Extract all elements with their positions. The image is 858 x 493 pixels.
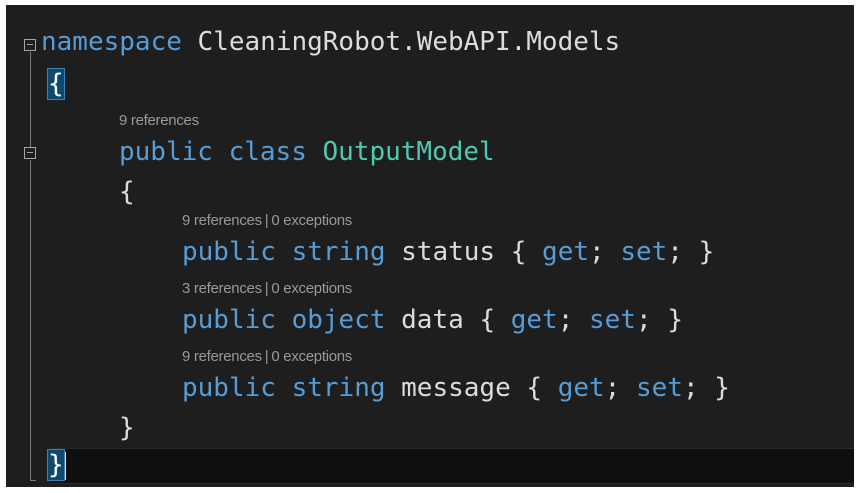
- collapse-icon[interactable]: [24, 39, 36, 51]
- type-keyword: object: [291, 305, 386, 335]
- namespace-close-brace: }: [47, 449, 65, 481]
- keyword-public: public: [119, 137, 213, 167]
- property-name: data: [401, 305, 464, 335]
- type-keyword: string: [291, 373, 386, 403]
- codelens-references[interactable]: 9 references: [119, 112, 199, 129]
- keyword-class: class: [228, 137, 307, 167]
- outline-guide: [30, 52, 31, 147]
- outline-guide-end: [30, 450, 36, 481]
- codelens-message[interactable]: 9 references | 0 exceptions: [182, 348, 352, 366]
- type-keyword: string: [291, 237, 386, 267]
- code-line-data[interactable]: public object data { get; set; }: [182, 303, 854, 337]
- keyword-public: public: [182, 373, 276, 403]
- codelens-references[interactable]: 9 references: [182, 212, 262, 229]
- codelens-separator: |: [264, 280, 269, 297]
- codelens-exceptions[interactable]: 0 exceptions: [271, 348, 352, 365]
- codelens-references[interactable]: 9 references: [182, 348, 262, 365]
- property-name: message: [401, 373, 511, 403]
- semicolon: ;: [667, 237, 683, 267]
- codelens-exceptions[interactable]: 0 exceptions: [271, 212, 352, 229]
- semicolon: ;: [682, 373, 699, 403]
- code-line-status[interactable]: public string status { get; set; }: [182, 235, 854, 269]
- get-accessor: get: [510, 305, 558, 335]
- keyword-public: public: [182, 237, 276, 267]
- namespace-name: CleaningRobot.WebAPI.Models: [197, 27, 621, 57]
- accessor-close-brace: }: [667, 305, 683, 335]
- code-line-namespace-close[interactable]: }: [47, 448, 854, 482]
- namespace-open-brace: {: [47, 68, 65, 100]
- code-line-class-close[interactable]: }: [119, 411, 854, 445]
- accessor-open-brace: {: [526, 373, 543, 403]
- semicolon: ;: [604, 373, 621, 403]
- set-accessor: set: [635, 373, 683, 403]
- keyword-public: public: [182, 305, 276, 335]
- outline-guide: [30, 160, 31, 450]
- code-line-class-open[interactable]: {: [119, 175, 854, 209]
- class-open-brace: {: [119, 177, 135, 207]
- class-name: OutputModel: [322, 137, 495, 167]
- accessor-open-brace: {: [510, 237, 527, 267]
- keyword-namespace: namespace: [41, 27, 182, 57]
- get-accessor: get: [542, 237, 590, 267]
- property-name: status: [401, 237, 496, 267]
- code-line-namespace[interactable]: namespace CleaningRobot.WebAPI.Models: [41, 25, 854, 59]
- semicolon: ;: [636, 305, 652, 335]
- code-editor[interactable]: namespace CleaningRobot.WebAPI.Models { …: [6, 5, 854, 487]
- semicolon: ;: [589, 237, 605, 267]
- codelens-class[interactable]: 9 references: [119, 112, 199, 130]
- set-accessor: set: [589, 305, 636, 335]
- semicolon: ;: [557, 305, 574, 335]
- accessor-open-brace: {: [479, 305, 496, 335]
- get-accessor: get: [557, 373, 605, 403]
- set-accessor: set: [620, 237, 668, 267]
- codelens-separator: |: [264, 212, 269, 229]
- code-line-class[interactable]: public class OutputModel: [119, 135, 854, 169]
- text-caret: [63, 451, 66, 480]
- code-line-message[interactable]: public string message { get; set; }: [182, 371, 854, 405]
- codelens-data[interactable]: 3 references | 0 exceptions: [182, 280, 352, 298]
- accessor-close-brace: }: [698, 237, 715, 267]
- codelens-status[interactable]: 9 references | 0 exceptions: [182, 212, 352, 230]
- accessor-close-brace: }: [714, 373, 730, 403]
- codelens-exceptions[interactable]: 0 exceptions: [271, 280, 352, 297]
- codelens-separator: |: [264, 348, 269, 365]
- codelens-references[interactable]: 3 references: [182, 280, 262, 297]
- code-line-namespace-open[interactable]: {: [47, 67, 854, 101]
- class-close-brace: }: [119, 413, 135, 443]
- collapse-icon[interactable]: [24, 147, 36, 159]
